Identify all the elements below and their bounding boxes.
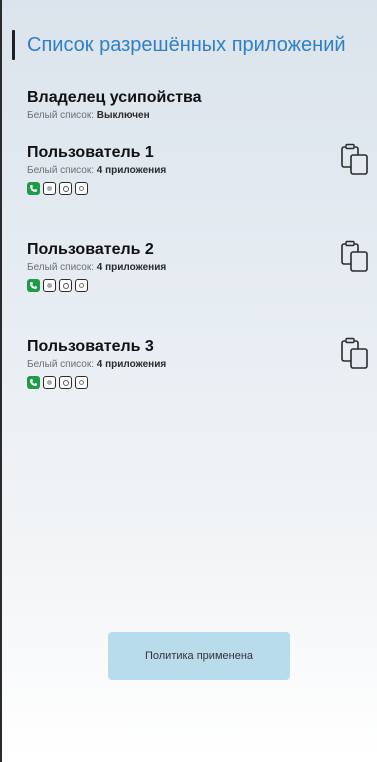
phone-icon	[27, 279, 40, 292]
app-square-icon	[59, 279, 72, 292]
owner-whitelist-status: Белый список: Выключен	[27, 109, 377, 123]
whitelist-label: Белый список:	[27, 165, 95, 176]
user-name: Пользователь 2	[27, 241, 154, 258]
allowed-apps	[27, 182, 377, 195]
page-title: Список разрешённых приложений	[27, 34, 346, 56]
user-name: Пользователь 3	[27, 338, 154, 355]
app-square-icon	[43, 182, 56, 195]
whitelist-value: 4 приложения	[96, 165, 167, 176]
copy-icon[interactable]	[339, 143, 371, 177]
user-item-3[interactable]: Пользователь 3 Белый список: 4 приложени…	[27, 337, 377, 434]
app-square-icon	[75, 182, 88, 195]
allowed-apps	[27, 279, 377, 292]
whitelist-value: Выключен	[96, 110, 150, 121]
app-square-icon	[59, 376, 72, 389]
left-edge-rule	[0, 0, 2, 762]
whitelist-label: Белый список:	[27, 262, 95, 273]
user-item-1[interactable]: Пользователь 1 Белый список: 4 приложени…	[27, 143, 377, 240]
user-whitelist-status: Белый список: 4 приложения	[27, 261, 377, 275]
app-square-icon	[75, 279, 88, 292]
owner-item[interactable]: Владелец усипойства Белый список: Выключ…	[27, 88, 377, 143]
allowed-apps	[27, 376, 377, 389]
phone-icon	[27, 182, 40, 195]
app-square-icon	[75, 376, 88, 389]
toast-text: Политика применена	[144, 650, 254, 662]
whitelist-value: 4 приложения	[96, 359, 167, 370]
user-whitelist-status: Белый список: 4 приложения	[27, 164, 377, 178]
app-square-icon	[43, 376, 56, 389]
user-whitelist-status: Белый список: 4 приложения	[27, 358, 377, 372]
app-square-icon	[43, 279, 56, 292]
whitelist-value: 4 приложения	[96, 262, 167, 273]
owner-name: Владелец усипойства	[27, 89, 202, 106]
whitelist-label: Белый список:	[27, 359, 95, 370]
copy-icon[interactable]	[339, 240, 371, 274]
title-accent-bar	[12, 30, 15, 60]
whitelist-label: Белый список:	[27, 110, 95, 121]
phone-icon	[27, 376, 40, 389]
copy-icon[interactable]	[339, 337, 371, 371]
policy-applied-toast: Политика применена	[108, 632, 290, 680]
user-list: Владелец усипойства Белый список: Выключ…	[27, 88, 377, 434]
app-square-icon	[59, 182, 72, 195]
user-name: Пользователь 1	[27, 144, 154, 161]
user-item-2[interactable]: Пользователь 2 Белый список: 4 приложени…	[27, 240, 377, 337]
